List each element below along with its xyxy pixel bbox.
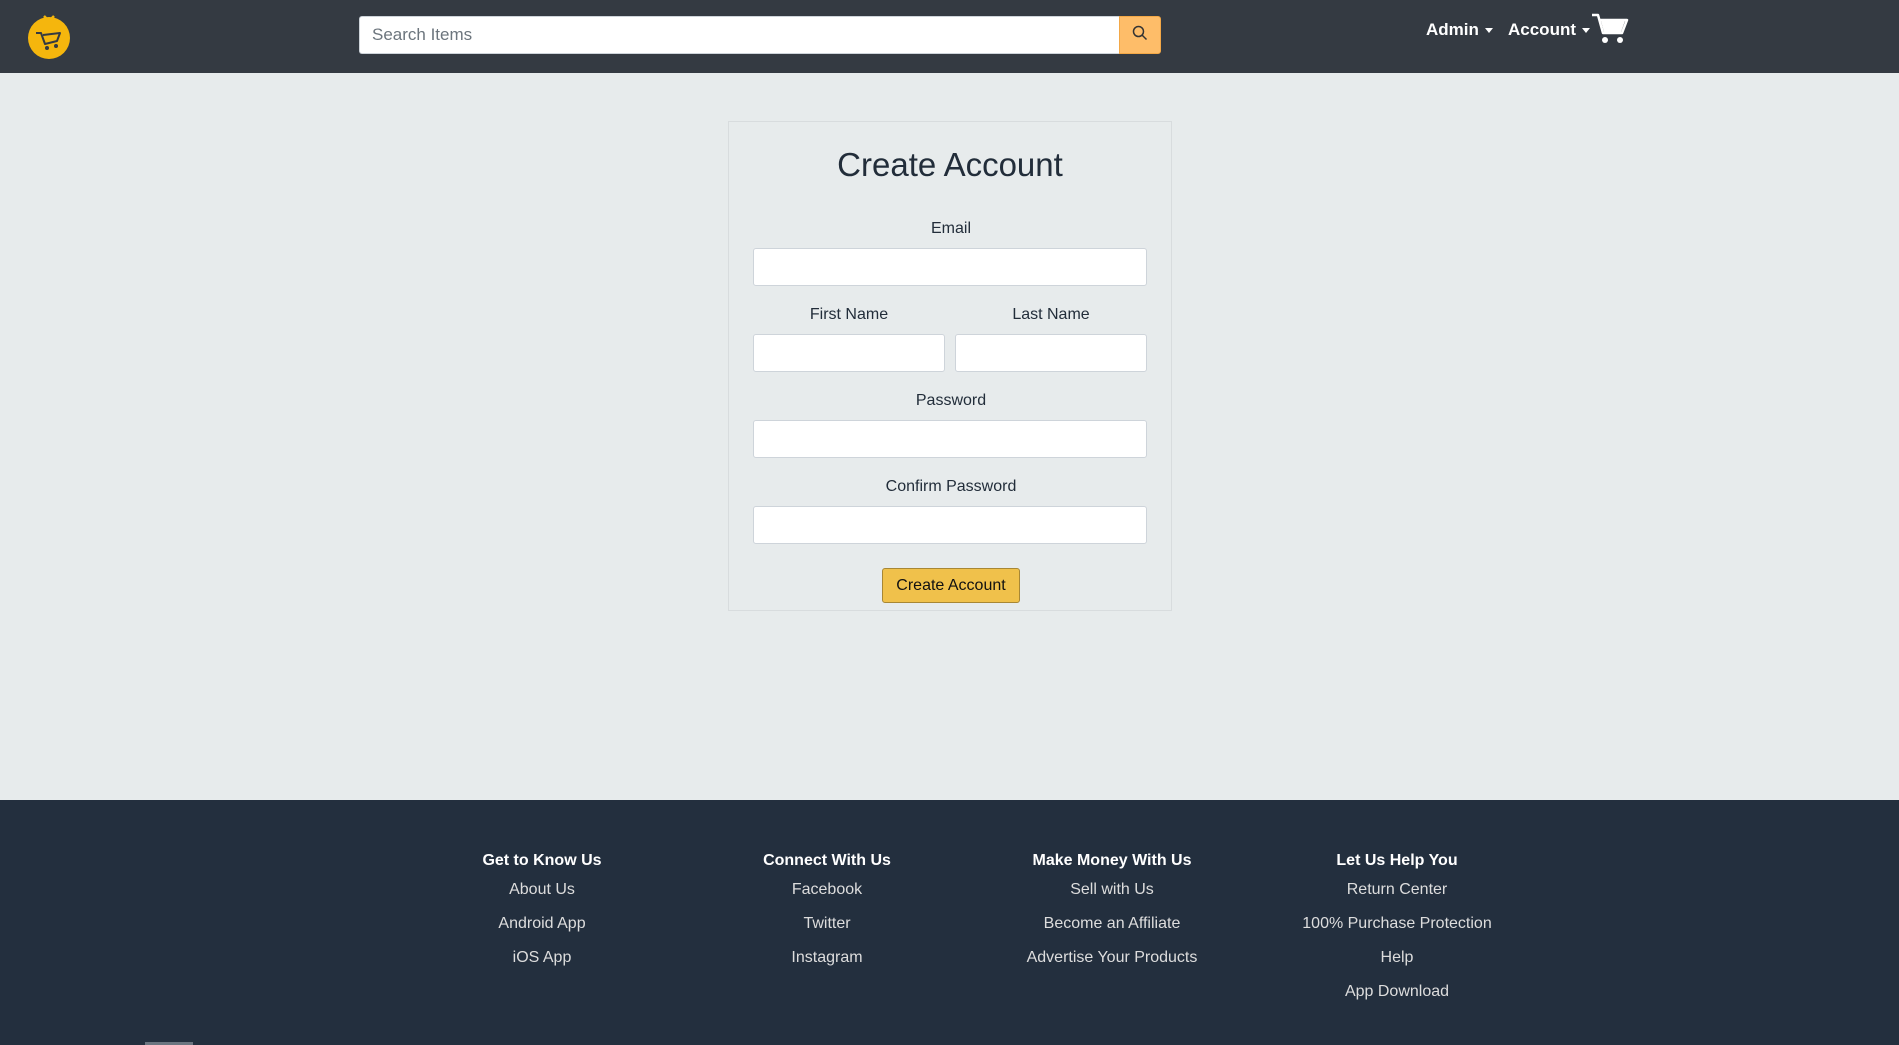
search-bar bbox=[359, 16, 1161, 54]
first-name-label: First Name bbox=[809, 306, 889, 323]
admin-dropdown[interactable]: Admin bbox=[1426, 20, 1493, 40]
search-input[interactable] bbox=[359, 16, 1119, 54]
password-field[interactable] bbox=[753, 420, 1147, 458]
cart-icon[interactable] bbox=[1591, 12, 1629, 46]
footer-link-become-affiliate[interactable]: Become an Affiliate bbox=[992, 915, 1232, 949]
last-name-field[interactable] bbox=[955, 334, 1147, 372]
caret-down-icon bbox=[1582, 27, 1590, 33]
footer-link-sell-with-us[interactable]: Sell with Us bbox=[992, 881, 1232, 915]
create-account-button[interactable]: Create Account bbox=[882, 568, 1020, 603]
footer-link-purchase-protection[interactable]: 100% Purchase Protection bbox=[1277, 915, 1517, 949]
footer-link-facebook[interactable]: Facebook bbox=[707, 881, 947, 915]
search-icon bbox=[1132, 25, 1148, 46]
footer-link-return-center[interactable]: Return Center bbox=[1277, 881, 1517, 915]
email-label: Email bbox=[930, 220, 971, 237]
footer-link-help[interactable]: Help bbox=[1277, 949, 1517, 983]
footer-link-app-download[interactable]: App Download bbox=[1277, 983, 1517, 1017]
footer-column-get-to-know-us: Get to Know Us About Us Android App iOS … bbox=[422, 851, 662, 983]
footer-column-let-us-help-you: Let Us Help You Return Center 100% Purch… bbox=[1277, 851, 1517, 1017]
page-title: Create Account bbox=[837, 146, 1063, 183]
footer-column-make-money-with-us: Make Money With Us Sell with Us Become a… bbox=[992, 851, 1232, 983]
top-navbar: Admin Account bbox=[0, 0, 1899, 73]
footer-link-twitter[interactable]: Twitter bbox=[707, 915, 947, 949]
account-dropdown[interactable]: Account bbox=[1508, 20, 1590, 40]
search-button[interactable] bbox=[1119, 16, 1161, 54]
footer bbox=[0, 800, 1899, 1045]
footer-link-about-us[interactable]: About Us bbox=[422, 881, 662, 915]
footer-link-instagram[interactable]: Instagram bbox=[707, 949, 947, 983]
footer-heading: Let Us Help You bbox=[1336, 852, 1458, 869]
footer-link-ios-app[interactable]: iOS App bbox=[422, 949, 662, 983]
admin-label: Admin bbox=[1426, 20, 1479, 39]
confirm-password-label: Confirm Password bbox=[885, 478, 1017, 495]
caret-down-icon bbox=[1484, 27, 1493, 33]
confirm-password-field[interactable] bbox=[753, 506, 1147, 544]
email-field[interactable] bbox=[753, 248, 1147, 286]
footer-column-connect-with-us: Connect With Us Facebook Twitter Instagr… bbox=[707, 851, 947, 983]
password-label: Password bbox=[915, 392, 987, 409]
shopping-cart-logo-icon[interactable] bbox=[27, 11, 71, 59]
footer-heading: Make Money With Us bbox=[1032, 852, 1192, 869]
footer-link-android-app[interactable]: Android App bbox=[422, 915, 662, 949]
footer-heading: Connect With Us bbox=[763, 852, 891, 869]
footer-heading: Get to Know Us bbox=[482, 852, 602, 869]
footer-link-advertise-products[interactable]: Advertise Your Products bbox=[992, 949, 1232, 983]
account-label: Account bbox=[1508, 20, 1576, 39]
create-account-card: Create Account Email First Name Last Nam… bbox=[728, 121, 1172, 611]
last-name-label: Last Name bbox=[1012, 306, 1090, 323]
first-name-field[interactable] bbox=[753, 334, 945, 372]
